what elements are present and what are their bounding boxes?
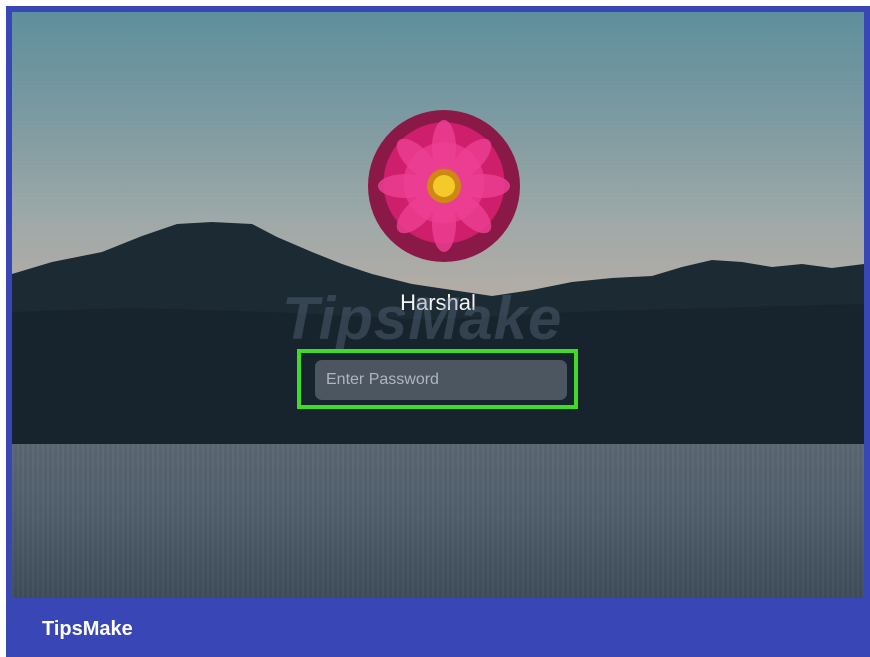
lakebed-texture <box>12 444 864 598</box>
login-screen: Harshal TipsMake <box>12 12 864 598</box>
footer-brand: TipsMake <box>42 618 133 640</box>
password-field[interactable] <box>315 360 567 400</box>
user-avatar[interactable] <box>368 110 520 262</box>
user-name: Harshal <box>400 290 476 315</box>
flower-icon <box>378 120 510 252</box>
